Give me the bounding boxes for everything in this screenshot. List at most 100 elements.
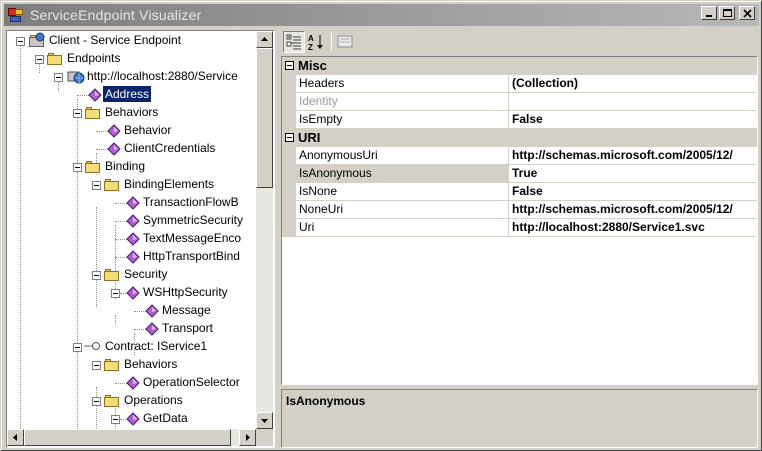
property-value[interactable]: False <box>509 111 757 129</box>
tree-node-contract[interactable]: Contract: IService1 <box>103 338 209 354</box>
scroll-left-button[interactable] <box>7 429 24 446</box>
folder-icon <box>104 268 120 281</box>
tree-node-http-transport[interactable]: HttpTransportBind <box>141 248 242 264</box>
contract-icon <box>84 342 100 350</box>
scroll-up-button[interactable] <box>256 31 273 48</box>
scroll-right-button[interactable] <box>239 429 256 446</box>
property-value[interactable]: True <box>509 165 757 183</box>
property-name: NoneUri <box>296 201 509 219</box>
property-value[interactable]: False <box>509 183 757 201</box>
property-value[interactable]: http://schemas.microsoft.com/2005/12/ <box>509 147 757 165</box>
tree-node-binding-elements[interactable]: BindingElements <box>122 176 216 192</box>
alphabetical-button[interactable]: A Z <box>306 31 328 53</box>
property-name: IsEmpty <box>296 111 509 129</box>
collapse-toggle[interactable] <box>73 109 82 118</box>
property-name: IsNone <box>296 183 509 201</box>
folder-icon <box>104 394 120 407</box>
tree-node-transaction-flow[interactable]: TransactionFlowB <box>141 194 241 210</box>
folder-icon <box>104 358 120 371</box>
scroll-down-button[interactable] <box>256 412 273 429</box>
endpoint-icon <box>67 71 85 84</box>
property-row-isnone[interactable]: IsNone False <box>282 183 757 201</box>
arrow-down-icon <box>261 419 268 423</box>
alphabetical-icon: A Z <box>308 34 323 52</box>
hscroll-thumb[interactable] <box>24 429 231 446</box>
minimize-button[interactable] <box>701 6 717 20</box>
tree-node-operations[interactable]: Operations <box>122 392 185 408</box>
minimize-icon <box>706 15 712 17</box>
property-value[interactable] <box>509 93 757 111</box>
tree-node-address[interactable]: Address <box>103 86 152 102</box>
tree-node-endpoints[interactable]: Endpoints <box>65 50 122 66</box>
property-row-isanonymous[interactable]: IsAnonymous True <box>282 165 757 183</box>
maximize-icon <box>723 9 732 17</box>
tree-node-symmetric-security[interactable]: SymmetricSecurity <box>141 212 245 228</box>
property-value[interactable]: http://localhost:2880/Service1.svc <box>509 219 757 237</box>
tree-horizontal-scrollbar[interactable] <box>7 429 256 446</box>
property-row-identity[interactable]: Identity <box>282 93 757 111</box>
collapse-toggle[interactable] <box>54 73 63 82</box>
property-row-uri[interactable]: Uri http://localhost:2880/Service1.svc <box>282 219 757 237</box>
tree-node-get-data[interactable]: GetData <box>141 410 190 426</box>
window-title: ServiceEndpoint Visualizer <box>30 7 202 23</box>
title-bar[interactable]: ServiceEndpoint Visualizer <box>4 4 759 26</box>
property-pages-icon <box>337 35 353 48</box>
folder-icon <box>85 160 101 173</box>
property-row-headers[interactable]: Headers (Collection) <box>282 75 757 93</box>
scroll-thumb[interactable] <box>256 48 273 188</box>
collapse-toggle[interactable] <box>73 163 82 172</box>
tree-node-text-message[interactable]: TextMessageEnco <box>141 230 243 246</box>
tree-node-transport[interactable]: Transport <box>160 320 215 336</box>
property-description-pane: IsAnonymous <box>281 389 758 448</box>
visualizer-window: ServiceEndpoint Visualizer Client - Serv… <box>0 0 762 451</box>
categorized-icon <box>286 34 301 50</box>
property-value[interactable]: (Collection) <box>509 75 757 93</box>
property-row-anonymousuri[interactable]: AnonymousUri http://schemas.microsoft.co… <box>282 147 757 165</box>
tree-node-behaviors[interactable]: Behaviors <box>103 104 160 120</box>
property-grid[interactable]: Misc Headers (Collection) Identity IsEmp… <box>281 56 758 385</box>
tree-node-message[interactable]: Message <box>160 302 213 318</box>
collapse-toggle[interactable] <box>92 361 101 370</box>
property-name: Uri <box>296 219 509 237</box>
property-diamond-icon <box>126 232 140 246</box>
tree-vertical-scrollbar[interactable] <box>256 31 273 429</box>
property-value[interactable]: http://schemas.microsoft.com/2005/12/ <box>509 201 757 219</box>
collapse-toggle[interactable] <box>111 415 120 424</box>
property-name: Identity <box>296 93 509 111</box>
property-pages-button[interactable] <box>335 31 357 53</box>
collapse-toggle[interactable] <box>111 289 120 298</box>
globe-icon <box>35 32 45 42</box>
property-diamond-icon <box>126 214 140 228</box>
category-row-uri[interactable]: URI <box>282 129 757 147</box>
tree-node-binding[interactable]: Binding <box>103 158 147 174</box>
tree-node-behavior[interactable]: Behavior <box>122 122 173 138</box>
scroll-corner <box>256 429 273 446</box>
tree-node-contract-behaviors[interactable]: Behaviors <box>122 356 179 372</box>
app-icon <box>8 7 24 23</box>
tree-node-ws-http-security[interactable]: WSHttpSecurity <box>141 284 230 300</box>
close-button[interactable] <box>739 6 755 20</box>
maximize-button[interactable] <box>719 6 735 20</box>
tree-node-operation-selector[interactable]: OperationSelector <box>141 374 242 390</box>
collapse-toggle[interactable] <box>73 343 82 352</box>
description-title: IsAnonymous <box>286 394 366 408</box>
collapse-toggle[interactable] <box>92 397 101 406</box>
collapse-toggle[interactable] <box>92 181 101 190</box>
tree-node-endpoint-url[interactable]: http://localhost:2880/Service <box>85 68 240 84</box>
collapse-toggle[interactable] <box>35 55 44 64</box>
property-diamond-icon <box>145 304 159 318</box>
collapse-toggle[interactable] <box>92 271 101 280</box>
collapse-toggle[interactable] <box>285 133 294 142</box>
collapse-toggle[interactable] <box>285 61 294 70</box>
endpoint-tree[interactable]: Client - Service Endpoint Endpoints http… <box>6 30 275 448</box>
tree-node-root[interactable]: Client - Service Endpoint <box>47 32 183 48</box>
category-row-misc[interactable]: Misc <box>282 57 757 75</box>
tree-node-security[interactable]: Security <box>122 266 169 282</box>
property-row-isempty[interactable]: IsEmpty False <box>282 111 757 129</box>
categorized-button[interactable] <box>283 31 305 53</box>
property-diamond-icon <box>107 142 121 156</box>
collapse-toggle[interactable] <box>16 37 25 46</box>
tree-node-client-credentials[interactable]: ClientCredentials <box>122 140 217 156</box>
property-diamond-icon <box>107 124 121 138</box>
property-row-noneuri[interactable]: NoneUri http://schemas.microsoft.com/200… <box>282 201 757 219</box>
